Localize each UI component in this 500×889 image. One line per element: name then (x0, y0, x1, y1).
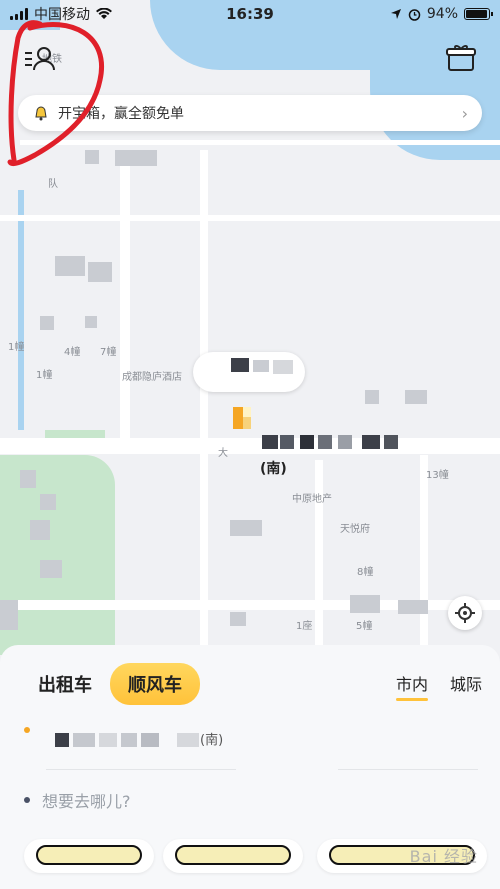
mosaic-block (230, 612, 246, 626)
alarm-icon (408, 8, 421, 21)
mosaic-block (253, 360, 269, 372)
service-tabs: 出租车 顺风车 (38, 663, 200, 705)
mosaic-block (318, 435, 332, 449)
chevron-right-icon: › (461, 103, 468, 123)
scope-tabs: 市内 城际 (395, 671, 482, 701)
destination-field[interactable]: 想要去哪儿? (24, 788, 131, 812)
watermark: Bai 经验 (409, 847, 478, 866)
pickup-caption: (南) (260, 461, 287, 477)
battery-icon (464, 8, 493, 20)
mosaic-block (40, 316, 54, 330)
map-label-zhongyuan: 中原地产 (292, 494, 332, 505)
gift-icon (446, 45, 476, 71)
tab-intracity[interactable]: 市内 (395, 671, 428, 701)
carrier-label: 中国移动 (34, 7, 90, 23)
mosaic-block (30, 520, 50, 540)
quick-option[interactable] (163, 839, 303, 873)
tab-taxi[interactable]: 出租车 (38, 671, 92, 697)
mosaic-block (350, 595, 380, 613)
divider (46, 769, 236, 770)
map-label-tianyue: 天悦府 (340, 524, 370, 535)
pickup-dot-icon (24, 727, 30, 733)
annotation-scribble (7, 20, 104, 167)
mosaic-block (398, 600, 428, 614)
mosaic-block (85, 316, 97, 328)
mosaic-block (405, 390, 427, 404)
mosaic-block (262, 435, 278, 449)
destination-placeholder: 想要去哪儿? (42, 792, 131, 811)
mosaic-block (338, 435, 352, 449)
pickup-location-card[interactable] (193, 352, 305, 392)
mosaic-block (55, 256, 85, 276)
mosaic-block (231, 358, 249, 372)
pickup-suffix: (南) (200, 733, 224, 748)
map-label-da: 大 (218, 448, 228, 459)
map-label-z1: 1座 (296, 621, 313, 632)
signal-icon (10, 8, 28, 20)
gift-button[interactable] (446, 44, 476, 72)
mosaic-block (300, 435, 314, 449)
mosaic-block (88, 262, 112, 282)
wifi-icon (96, 8, 112, 19)
mosaic-block (384, 435, 398, 449)
mosaic-block (40, 494, 56, 510)
annotation-mark (175, 845, 291, 865)
mosaic-block (40, 560, 62, 578)
mosaic-block (115, 150, 157, 166)
map-label-1b: 1幢 (36, 370, 53, 381)
map-label-1a: 1幢 (8, 342, 25, 353)
quick-option[interactable] (24, 839, 154, 873)
mosaic-block (280, 435, 294, 449)
map-label-5: 5幢 (356, 621, 373, 632)
battery-percent: 94% (426, 6, 458, 22)
mosaic-block (362, 435, 380, 449)
mosaic-block (230, 520, 262, 536)
mosaic-block (365, 390, 379, 404)
tab-intercity[interactable]: 城际 (450, 671, 482, 695)
map-label-8: 8幢 (357, 567, 374, 578)
divider (338, 769, 478, 770)
booking-panel: 出租车 顺风车 市内 城际 (南) 想要去哪儿? Bai 经验 (0, 645, 500, 889)
map-label-13: 13幢 (426, 470, 449, 481)
locate-button[interactable] (448, 596, 482, 630)
map-label-4: 4幢 (64, 347, 81, 358)
pickup-pin-icon (231, 405, 253, 433)
mosaic-block (273, 360, 293, 374)
clock: 16:39 (226, 5, 274, 23)
map-label-7: 7幢 (100, 347, 117, 358)
mosaic-block (20, 470, 36, 488)
status-bar: 中国移动 16:39 94% (0, 0, 500, 28)
mosaic-block (0, 600, 18, 630)
map-label-hotel: 成都隐庐酒店 (122, 372, 182, 383)
locate-icon (455, 603, 475, 623)
destination-dot-icon (24, 797, 30, 803)
annotation-mark (36, 845, 142, 865)
pickup-field[interactable] (24, 727, 30, 733)
location-arrow-icon (390, 9, 401, 19)
tab-carpool[interactable]: 顺风车 (110, 663, 200, 705)
